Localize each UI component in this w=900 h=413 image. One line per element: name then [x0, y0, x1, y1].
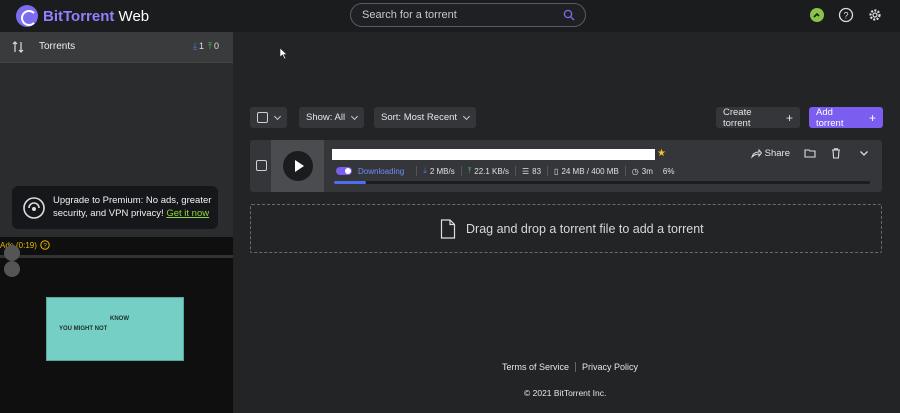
create-torrent-label: Create torrent — [723, 106, 752, 129]
app-logo[interactable]: BitTorrent Web — [16, 5, 149, 27]
torrent-stats: Downloading ⤓ 2 MB/s ⤒ 22.1 KB/s ☰ 83 ▯ 24 M… — [336, 166, 674, 176]
top-bar: BitTorrent Web Search for a torrent ? — [0, 0, 900, 32]
upload-speed: 22.1 KB/s — [474, 166, 509, 176]
clock-icon: ◷ — [631, 166, 639, 176]
get-premium-link[interactable]: Get it now — [166, 208, 209, 219]
plus-icon: + — [868, 110, 876, 125]
select-all-checkbox[interactable] — [257, 112, 268, 123]
ad-text-know: KNOW — [110, 316, 129, 322]
share-button[interactable]: Share — [765, 148, 790, 159]
trash-icon[interactable] — [830, 147, 842, 159]
torrent-dropzone[interactable]: Drag and drop a torrent file to add a to… — [250, 204, 882, 253]
speed-status-icon[interactable] — [809, 7, 825, 23]
sidebar: Torrents ⤓ 1 ⤒ 0 Upgrade to Premium: No ad… — [0, 32, 233, 413]
sidebar-item-label: Torrents — [39, 41, 76, 52]
show-filter-dropdown[interactable]: Show: All — [299, 107, 365, 128]
peer-count: 83 — [532, 166, 542, 176]
play-icon[interactable] — [283, 151, 313, 181]
transfer-arrows-icon — [12, 41, 24, 53]
sidebar-item-torrents[interactable]: Torrents ⤓ 1 ⤒ 0 — [0, 32, 233, 63]
upload-count: 0 — [213, 41, 219, 51]
ad-progress-bar — [0, 255, 233, 258]
terms-link[interactable]: Terms of Service — [502, 362, 569, 372]
torrent-status: Downloading — [358, 166, 405, 176]
torrent-progress-bar — [334, 181, 870, 184]
torrent-name-redacted[interactable] — [332, 149, 655, 160]
open-folder-icon[interactable] — [804, 147, 816, 159]
help-icon[interactable]: ? — [838, 7, 854, 23]
transfer-counts: ⤓ 1 ⤒ 0 — [193, 41, 219, 52]
file-size-icon: ▯ — [554, 166, 559, 176]
star-icon[interactable]: ★ — [657, 148, 666, 159]
sort-dropdown[interactable]: Sort: Most Recent — [374, 107, 477, 128]
time-remaining: 3m — [641, 166, 653, 176]
svg-text:?: ? — [843, 11, 848, 21]
svg-text:?: ? — [43, 243, 47, 250]
create-torrent-button[interactable]: Create torrent + — [716, 106, 800, 129]
chevron-down-icon — [462, 112, 471, 120]
add-torrent-label: Add torrent — [816, 106, 844, 129]
torrent-thumbnail[interactable] — [271, 140, 324, 192]
bittorrent-logo-icon — [16, 5, 38, 27]
search-icon[interactable] — [563, 9, 575, 21]
premium-promo: Upgrade to Premium: No ads, greater secu… — [12, 186, 218, 229]
download-toggle[interactable] — [336, 167, 352, 175]
promo-text: Upgrade to Premium: No ads, greater secu… — [53, 195, 212, 219]
ad-creative[interactable]: KNOW YOU MIGHT NOT — [46, 297, 184, 361]
search-bar[interactable]: Search for a torrent — [350, 3, 586, 27]
percent-complete: 6% — [662, 166, 675, 176]
search-input[interactable]: Search for a torrent — [362, 9, 457, 21]
file-icon — [440, 219, 456, 239]
file-size: 24 MB / 400 MB — [561, 166, 619, 176]
dropzone-text: Drag and drop a torrent file to add a to… — [466, 222, 704, 236]
show-filter-label: Show: All — [306, 112, 346, 123]
upload-arrow-icon: ⤒ — [208, 41, 212, 51]
app-title: BitTorrent Web — [43, 7, 150, 25]
share-icon[interactable] — [750, 148, 762, 159]
add-torrent-button[interactable]: Add torrent + — [809, 106, 883, 129]
download-speed-icon: ⤓ — [423, 166, 427, 175]
ad-text-might: YOU MIGHT NOT — [59, 326, 108, 332]
upload-speed-icon: ⤒ — [467, 166, 472, 175]
chevron-down-icon — [351, 112, 359, 120]
plus-icon: + — [785, 110, 793, 125]
sort-label: Sort: Most Recent — [381, 112, 458, 123]
download-count: 1 — [198, 41, 204, 51]
premium-shield-icon — [23, 197, 45, 219]
ad-pause-icon[interactable] — [4, 261, 20, 277]
footer-links: Terms of Service Privacy Policy — [502, 362, 638, 372]
select-all-dropdown[interactable] — [250, 107, 287, 128]
torrent-row[interactable]: ★ Downloading ⤓ 2 MB/s ⤒ 22.1 KB/s ☰ 83 ▯ 24… — [250, 140, 882, 192]
peers-icon: ☰ — [521, 166, 530, 176]
download-speed: 2 MB/s — [429, 166, 455, 176]
mouse-cursor-icon — [280, 48, 288, 59]
torrent-actions: Share — [750, 147, 870, 159]
expand-chevron-icon[interactable] — [858, 147, 870, 159]
ad-replay-icon[interactable] — [4, 245, 20, 261]
torrent-progress-fill — [334, 181, 367, 184]
chevron-down-icon — [273, 112, 282, 120]
torrent-checkbox[interactable] — [256, 160, 267, 171]
settings-gear-icon[interactable] — [867, 7, 883, 23]
copyright: © 2021 BitTorrent Inc. — [524, 388, 607, 398]
ad-player: Ads (0:19) ? KNOW YOU MIGHT NOT — [0, 237, 233, 413]
ad-info-icon[interactable]: ? — [40, 240, 50, 250]
download-arrow-icon: ⤓ — [193, 41, 197, 51]
privacy-link[interactable]: Privacy Policy — [582, 362, 638, 372]
